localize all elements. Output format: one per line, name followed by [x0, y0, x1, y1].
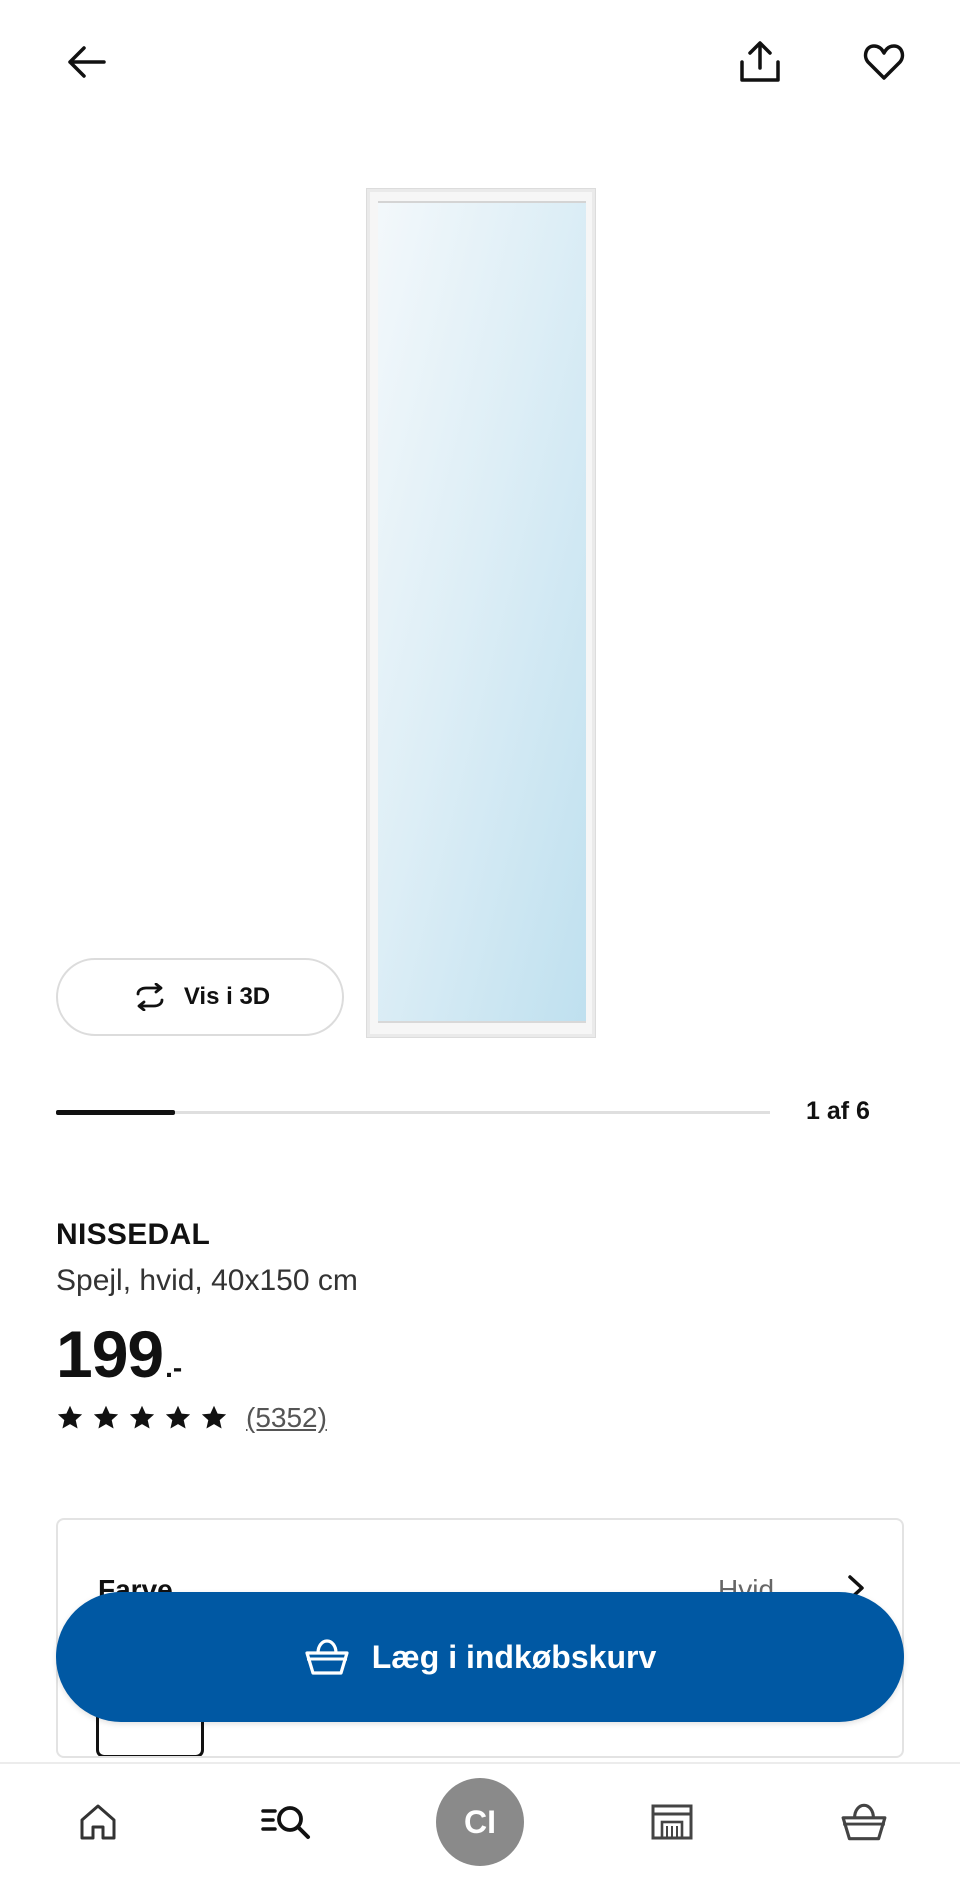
product-name: NISSEDAL [56, 1218, 211, 1251]
arrow-left-icon [68, 46, 106, 78]
rotate-3d-icon [136, 983, 164, 1011]
star-icon [201, 1405, 227, 1429]
heart-icon [863, 44, 905, 80]
star-icon [57, 1405, 83, 1429]
product-price: 199 .- [56, 1316, 182, 1392]
product-image-mirror[interactable] [366, 188, 596, 1038]
basket-icon [841, 1803, 887, 1841]
gallery-progress-track [56, 1110, 770, 1115]
rating-stars [56, 1404, 228, 1432]
top-bar [0, 0, 960, 130]
nav-cart[interactable] [804, 1764, 924, 1880]
avatar: CI [436, 1778, 524, 1866]
price-integer: 199 [56, 1317, 164, 1391]
add-to-cart-label: Læg i indkøbskurv [371, 1638, 657, 1675]
basket-icon [305, 1639, 349, 1675]
home-icon [80, 1804, 116, 1840]
star-icon [165, 1405, 191, 1429]
gallery-progress-fill [56, 1110, 175, 1115]
nav-profile[interactable]: CI [420, 1764, 540, 1880]
star-icon [129, 1405, 155, 1429]
nav-home[interactable] [38, 1764, 158, 1880]
view-3d-button[interactable]: Vis i 3D [56, 958, 344, 1036]
product-page: Vis i 3D 1 af 6 NISSEDAL Spejl, hvid, 40… [0, 0, 960, 1880]
favorite-button[interactable] [848, 26, 920, 98]
back-button[interactable] [50, 26, 122, 98]
share-icon [740, 41, 780, 82]
store-icon [651, 1804, 693, 1840]
search-icon [261, 1806, 310, 1839]
star-icon [93, 1405, 119, 1429]
bottom-navigation: CI [0, 1762, 960, 1880]
share-button[interactable] [724, 26, 796, 98]
add-to-cart-button[interactable]: Læg i indkøbskurv [56, 1592, 904, 1722]
review-count-link[interactable]: (5352) [246, 1402, 327, 1434]
product-description: Spejl, hvid, 40x150 cm [56, 1264, 358, 1297]
rating[interactable]: (5352) [56, 1402, 327, 1434]
gallery-counter: 1 af 6 [806, 1097, 870, 1125]
view-3d-label: Vis i 3D [183, 983, 271, 1010]
nav-stores[interactable] [612, 1764, 732, 1880]
nav-search[interactable] [226, 1764, 346, 1880]
price-suffix: .- [165, 1352, 183, 1383]
